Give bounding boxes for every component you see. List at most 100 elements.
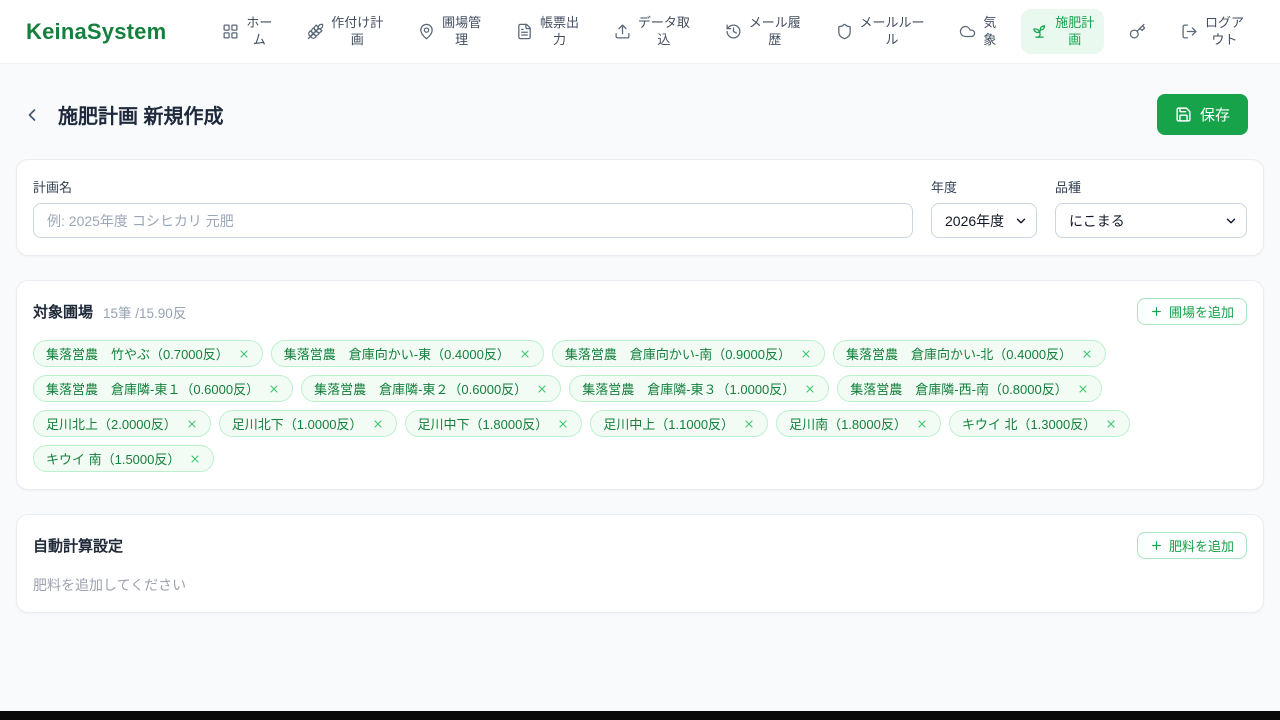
field-chip: 足川北下（1.0000反） xyxy=(218,410,397,437)
page-title: 施肥計画 新規作成 xyxy=(58,106,224,128)
plan-info-card: 計画名 年度 2026年度 品種 にこまる xyxy=(16,159,1264,256)
bottom-bar xyxy=(0,711,1280,720)
remove-chip-button[interactable] xyxy=(743,418,755,430)
variety-label: 品種 xyxy=(1055,180,1082,195)
field-chip-label: キウイ 北（1.3000反） xyxy=(961,417,1097,432)
field-chip: 集落営農 倉庫向かい-北（0.4000反） xyxy=(832,340,1107,367)
year-select[interactable]: 2026年度 xyxy=(931,203,1037,238)
remove-chip-button[interactable] xyxy=(800,348,812,360)
nav-item-fertilization[interactable]: 施肥計 画 xyxy=(1021,8,1105,55)
field-chip: 集落営農 倉庫隣-西-南（0.8000反） xyxy=(837,375,1102,402)
log-out-icon xyxy=(1181,23,1198,40)
nav-item-planting[interactable]: 作付け計 画 xyxy=(297,9,393,55)
back-button[interactable] xyxy=(18,101,46,129)
top-navigation: KeinaSystem ホー ム 作付け計 画 圃場管 理 帳票出 力 データ取 込 メー… xyxy=(0,0,1280,64)
save-button[interactable]: 保存 xyxy=(1156,94,1248,135)
remove-chip-button[interactable] xyxy=(186,418,198,430)
nav-item-label: メールルー ル xyxy=(859,14,925,47)
remove-chip-button[interactable] xyxy=(557,418,569,430)
plan-name-label: 計画名 xyxy=(33,180,73,195)
plus-icon xyxy=(1150,305,1163,318)
add-field-button[interactable]: 圃場を追加 xyxy=(1136,298,1247,325)
target-fields-title: 対象圃場 xyxy=(33,304,94,321)
field-chip-label: 足川中下（1.8000反） xyxy=(417,417,549,432)
file-text-icon xyxy=(516,23,533,40)
field-chip: 集落営農 倉庫隣-東２（0.6000反） xyxy=(301,375,562,402)
plan-name-input[interactable] xyxy=(33,203,913,238)
remove-chip-button[interactable] xyxy=(1081,348,1093,360)
field-chip-label: 集落営農 倉庫隣-西-南（0.8000反） xyxy=(850,382,1068,397)
field-chip-label: 集落営農 倉庫向かい-北（0.4000反） xyxy=(845,347,1073,362)
grid-icon xyxy=(222,23,239,40)
nav-item-label: データ取 込 xyxy=(637,14,690,47)
field-chip: 集落営農 倉庫向かい-南（0.9000反） xyxy=(551,340,825,367)
auto-calc-empty-text: 肥料を追加してください xyxy=(33,577,187,593)
add-fertilizer-button-label: 肥料を追加 xyxy=(1168,539,1234,554)
chevron-left-icon xyxy=(22,105,42,125)
field-chip-label: 足川北下（1.0000反） xyxy=(231,417,363,432)
nav-item-home[interactable]: ホー ム xyxy=(212,9,282,55)
nav-item-label: 作付け計 画 xyxy=(331,14,384,47)
field-chip: 集落営農 竹やぶ（0.7000反） xyxy=(33,340,263,367)
shield-icon xyxy=(836,23,853,40)
field-chip: 集落営農 倉庫隣-東３（1.0000反） xyxy=(569,375,830,402)
key-icon xyxy=(1129,23,1146,40)
nav-item-fields[interactable]: 圃場管 理 xyxy=(408,9,491,55)
remove-chip-button[interactable] xyxy=(916,418,928,430)
wheat-icon xyxy=(307,23,324,40)
remove-chip-button[interactable] xyxy=(1077,383,1089,395)
field-chip-label: 足川中上（1.1000反） xyxy=(603,417,735,432)
main-content: 施肥計画 新規作成 保存 計画名 年度 2026年度 品種 xyxy=(0,64,1280,613)
nav-items: ホー ム 作付け計 画 圃場管 理 帳票出 力 データ取 込 メール履 歴 メールルー ル 気… xyxy=(212,8,1254,55)
save-icon xyxy=(1175,106,1192,123)
history-icon xyxy=(725,23,742,40)
save-button-label: 保存 xyxy=(1199,107,1230,124)
plan-name-group: 計画名 xyxy=(33,177,913,238)
variety-group: 品種 にこまる xyxy=(1055,177,1247,238)
nav-item-label: ログア ウト xyxy=(1204,14,1244,47)
field-chip-list: 集落営農 竹やぶ（0.7000反） 集落営農 倉庫向かい-東（0.4000反） 集落… xyxy=(33,340,1247,472)
field-chip: 足川中下（1.8000反） xyxy=(404,410,583,437)
nav-item-mail-rules[interactable]: メールルー ル xyxy=(826,9,935,55)
nav-item-reports[interactable]: 帳票出 力 xyxy=(506,9,589,55)
field-chip: キウイ 南（1.5000反） xyxy=(33,445,215,472)
field-chip-label: 集落営農 竹やぶ（0.7000反） xyxy=(46,347,229,362)
field-chip-label: 集落営農 倉庫向かい-南（0.9000反） xyxy=(564,347,791,362)
nav-item-logout[interactable]: ログア ウト xyxy=(1171,9,1254,55)
nav-item-mail-history[interactable]: メール履 歴 xyxy=(715,9,811,55)
year-label: 年度 xyxy=(931,180,958,195)
variety-select[interactable]: にこまる xyxy=(1055,203,1247,238)
app-logo[interactable]: KeinaSystem xyxy=(26,19,166,45)
field-chip-label: 集落営農 倉庫隣-東３（1.0000反） xyxy=(582,382,796,397)
target-fields-summary: 15筆 /15.90反 xyxy=(103,305,187,321)
auto-calc-card: 自動計算設定 肥料を追加 肥料を追加してください xyxy=(16,514,1264,613)
year-group: 年度 2026年度 xyxy=(931,177,1037,238)
remove-chip-button[interactable] xyxy=(804,383,816,395)
plus-icon xyxy=(1150,539,1163,552)
field-chip: 足川中上（1.1000反） xyxy=(590,410,769,437)
remove-chip-button[interactable] xyxy=(519,348,531,360)
nav-item-import[interactable]: データ取 込 xyxy=(604,9,700,55)
remove-chip-button[interactable] xyxy=(189,453,201,465)
nav-item-label: 帳票出 力 xyxy=(539,14,579,47)
field-chip-label: 足川北上（2.0000反） xyxy=(46,417,177,432)
nav-item-label: メール履 歴 xyxy=(748,14,801,47)
nav-item-key[interactable] xyxy=(1119,17,1156,46)
nav-item-label: 気 象 xyxy=(983,14,997,47)
field-chip-label: キウイ 南（1.5000反） xyxy=(46,452,181,467)
add-field-button-label: 圃場を追加 xyxy=(1168,305,1234,320)
remove-chip-button[interactable] xyxy=(536,383,548,395)
nav-item-label: ホー ム xyxy=(246,14,273,47)
remove-chip-button[interactable] xyxy=(1105,418,1117,430)
remove-chip-button[interactable] xyxy=(238,348,250,360)
auto-calc-title: 自動計算設定 xyxy=(33,538,124,555)
nav-item-label: 施肥計 画 xyxy=(1055,14,1095,47)
nav-item-weather[interactable]: 気 象 xyxy=(949,9,1006,55)
upload-icon xyxy=(614,23,631,40)
target-fields-card: 対象圃場 15筆 /15.90反 圃場を追加 集落営農 竹やぶ（0.7000反）… xyxy=(16,280,1264,490)
field-chip: キウイ 北（1.3000反） xyxy=(948,410,1131,437)
remove-chip-button[interactable] xyxy=(372,418,384,430)
remove-chip-button[interactable] xyxy=(268,383,280,395)
field-chip-label: 集落営農 倉庫隣-東１（0.6000反） xyxy=(46,382,260,397)
add-fertilizer-button[interactable]: 肥料を追加 xyxy=(1136,532,1247,559)
